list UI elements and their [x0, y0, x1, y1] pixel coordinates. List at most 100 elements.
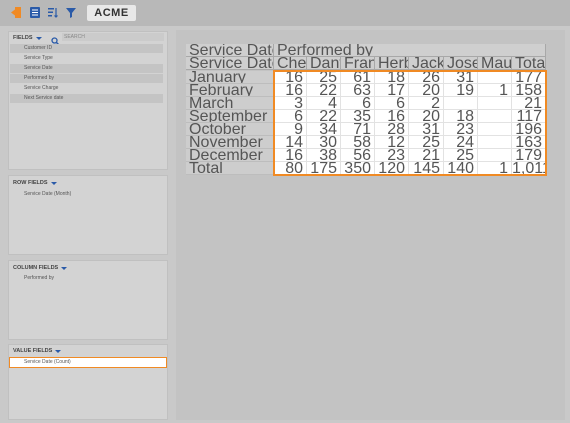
column-header: Performed by [274, 44, 546, 57]
table-cell: 25 [409, 136, 444, 149]
column-header-cell: Danvel... [307, 57, 341, 70]
column-header-cell: Frank... [341, 57, 375, 70]
value-header: Service Date (Count) [186, 44, 274, 57]
column-header-cell: Cheris... [274, 57, 307, 70]
table-cell: 31 [444, 71, 478, 84]
row-label: Total [186, 162, 274, 175]
table-cell: 12 [375, 136, 409, 149]
row-label: October [186, 123, 274, 136]
table-cell: 16 [274, 71, 307, 84]
table-cell [478, 123, 512, 136]
table-cell: 120 [375, 162, 409, 175]
table-cell: 23 [444, 123, 478, 136]
table-cell: 24 [444, 136, 478, 149]
table-cell: 2 [409, 97, 444, 110]
fields-panel-title: FIELDS [13, 35, 42, 41]
filter-icon[interactable] [65, 6, 77, 19]
table-cell: 177 [512, 71, 546, 84]
sort-icon[interactable] [47, 6, 59, 19]
table-cell: 16 [274, 84, 307, 97]
column-header-cell: Jacks... [409, 57, 444, 70]
table-cell: 16 [375, 110, 409, 123]
table-cell: 6 [341, 97, 375, 110]
table-cell: 22 [307, 110, 341, 123]
table-cell: 34 [307, 123, 341, 136]
row-fields-panel [8, 175, 168, 255]
table-cell: 140 [444, 162, 478, 175]
table-cell: 38 [307, 149, 341, 162]
table-cell: 1 [478, 162, 512, 175]
row-header: Service Date (Month) [186, 57, 274, 70]
table-cell: 9 [274, 123, 307, 136]
table-cell: 14 [274, 136, 307, 149]
table-cell: 117 [512, 110, 546, 123]
value-field-item[interactable]: Service Date (Count) [9, 357, 167, 368]
value-fields-panel [8, 344, 168, 420]
field-item-service-type[interactable]: Service Type [10, 54, 163, 63]
table-cell: 22 [307, 84, 341, 97]
field-item-next-service-date[interactable]: Next Service date [10, 94, 163, 103]
row-label: February [186, 84, 274, 97]
table-cell: 21 [512, 97, 546, 110]
table-cell: 1,011 [512, 162, 546, 175]
table-cell: 163 [512, 136, 546, 149]
field-item-service-charge[interactable]: Service Charge [10, 84, 163, 93]
field-item-customer-id[interactable]: Customer ID [10, 44, 163, 53]
table-cell: 21 [409, 149, 444, 162]
table-cell: 196 [512, 123, 546, 136]
table-cell: 31 [409, 123, 444, 136]
column-field-item[interactable]: Performed by [10, 274, 163, 283]
column-header-cell: Mauve [478, 57, 512, 70]
brand-logo: ACME [87, 5, 136, 21]
table-cell: 179 [512, 149, 546, 162]
table-cell: 61 [341, 71, 375, 84]
table-cell: 25 [307, 71, 341, 84]
grid-icon[interactable] [29, 6, 41, 19]
search-input[interactable]: SEARCH [62, 33, 164, 41]
table-cell: 20 [409, 110, 444, 123]
table-cell: 19 [444, 84, 478, 97]
table-cell: 18 [375, 71, 409, 84]
chevron-down-icon[interactable] [35, 36, 42, 40]
table-cell [478, 97, 512, 110]
table-cell: 23 [375, 149, 409, 162]
table-cell: 6 [375, 97, 409, 110]
table-cell: 71 [341, 123, 375, 136]
row-label: September [186, 110, 274, 123]
table-cell: 175 [307, 162, 341, 175]
column-fields-panel [8, 260, 168, 340]
row-field-item[interactable]: Service Date (Month) [10, 190, 163, 199]
row-fields-title: ROW FIELDS [13, 180, 57, 186]
field-item-service-date[interactable]: Service Date [10, 64, 163, 73]
chevron-down-icon[interactable] [61, 266, 68, 270]
table-cell: 350 [341, 162, 375, 175]
table-cell [478, 136, 512, 149]
table-cell: 63 [341, 84, 375, 97]
table-cell: 158 [512, 84, 546, 97]
table-cell: 30 [307, 136, 341, 149]
column-header-cell: Herbe... [375, 57, 409, 70]
table-cell: 80 [274, 162, 307, 175]
search-icon[interactable] [51, 33, 60, 46]
table-cell: 20 [409, 84, 444, 97]
table-cell: 26 [409, 71, 444, 84]
table-cell [444, 97, 478, 110]
table-cell [478, 149, 512, 162]
export-icon[interactable] [10, 6, 22, 19]
table-cell: 145 [409, 162, 444, 175]
table-cell: 28 [375, 123, 409, 136]
chevron-down-icon[interactable] [50, 181, 57, 185]
table-cell: 4 [307, 97, 341, 110]
top-toolbar: ACME [0, 0, 570, 26]
table-cell: 6 [274, 110, 307, 123]
table-cell: 3 [274, 97, 307, 110]
column-fields-title: COLUMN FIELDS [13, 265, 68, 271]
field-item-performed-by[interactable]: Performed by [10, 74, 163, 83]
table-cell [478, 71, 512, 84]
value-fields-title: VALUE FIELDS [13, 348, 62, 354]
row-label: January [186, 71, 274, 84]
table-cell: 18 [444, 110, 478, 123]
column-header-cell: Total [512, 57, 546, 70]
chevron-down-icon[interactable] [55, 349, 62, 353]
row-label: March [186, 97, 274, 110]
